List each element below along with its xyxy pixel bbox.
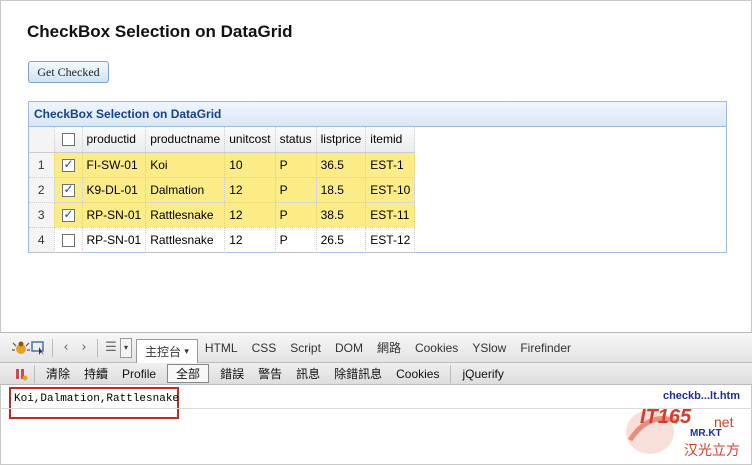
cell-productname[interactable]: Rattlesnake <box>145 227 226 253</box>
list-icon[interactable]: ☰ <box>102 339 120 357</box>
tab-net[interactable]: 網路 <box>370 339 408 356</box>
forward-arrow-icon[interactable]: › <box>75 339 93 357</box>
filter-info-button[interactable]: 訊息 <box>289 365 327 382</box>
row-checkbox[interactable] <box>61 182 75 197</box>
row-check-cell[interactable] <box>54 202 83 228</box>
cell-unitcost[interactable]: 12 <box>224 227 276 253</box>
table-row[interactable]: 2 K9-DL-01 Dalmation 12 P 18.5 EST-10 <box>29 177 416 203</box>
check-all-checkbox[interactable] <box>61 133 75 147</box>
cell-productname[interactable]: Rattlesnake <box>145 202 226 228</box>
tab-firefinder[interactable]: Firefinder <box>513 341 578 355</box>
clear-button[interactable]: 清除 <box>39 365 77 382</box>
cell-status[interactable]: P <box>275 177 317 203</box>
break-on-error-icon[interactable] <box>12 365 30 383</box>
console-output-line: Koi,Dalmation,Rattlesnake <box>9 387 179 419</box>
rownumber-header <box>29 127 55 153</box>
cell-listprice[interactable]: 18.5 <box>316 177 367 203</box>
datagrid-title: CheckBox Selection on DataGrid <box>29 102 726 127</box>
cell-unitcost[interactable]: 10 <box>224 152 276 178</box>
cell-productid[interactable]: RP-SN-01 <box>82 202 147 228</box>
tab-dom[interactable]: DOM <box>328 341 370 355</box>
column-header-productname[interactable]: productname <box>145 127 226 153</box>
persist-button[interactable]: 持續 <box>77 365 115 382</box>
console-toolbar: 清除 持續 Profile 全部 錯誤 警告 訊息 除錯訊息 Cookies j… <box>0 363 752 385</box>
get-checked-button[interactable]: Get Checked <box>28 61 109 83</box>
toolbar-divider <box>97 338 98 357</box>
datagrid: CheckBox Selection on DataGrid productid… <box>28 101 727 253</box>
cell-unitcost[interactable]: 12 <box>224 177 276 203</box>
page-title: CheckBox Selection on DataGrid <box>27 22 293 41</box>
table-row[interactable]: 3 RP-SN-01 Rattlesnake 12 P 38.5 EST-11 <box>29 202 416 228</box>
row-checkbox[interactable] <box>61 233 75 247</box>
jquerify-button[interactable]: jQuerify <box>455 367 510 381</box>
filter-debug-button[interactable]: 除錯訊息 <box>327 365 389 382</box>
row-check-cell[interactable] <box>54 177 83 203</box>
filter-warnings-button[interactable]: 警告 <box>251 365 289 382</box>
column-header-listprice[interactable]: listprice <box>316 127 367 153</box>
cell-listprice[interactable]: 38.5 <box>316 202 367 228</box>
toolbar-divider <box>52 338 53 357</box>
row-checkbox[interactable] <box>61 207 75 222</box>
panel-menu-dropdown[interactable]: ▾ <box>120 337 132 358</box>
cell-productname[interactable]: Dalmation <box>145 177 226 203</box>
cell-productid[interactable]: K9-DL-01 <box>82 177 147 203</box>
table-row[interactable]: 4 RP-SN-01 Rattlesnake 12 P 26.5 EST-12 <box>29 227 416 253</box>
cell-itemid[interactable]: EST-11 <box>365 202 416 228</box>
tab-console-label: 主控台 <box>145 344 182 359</box>
filter-cookies-button[interactable]: Cookies <box>389 367 446 381</box>
tab-yslow[interactable]: YSlow <box>465 341 513 355</box>
tab-cookies[interactable]: Cookies <box>408 341 465 355</box>
cell-productid[interactable]: FI-SW-01 <box>82 152 147 178</box>
cell-listprice[interactable]: 36.5 <box>316 152 367 178</box>
watermark-line3: MR.KT <box>690 428 722 439</box>
cell-status[interactable]: P <box>275 202 317 228</box>
watermark-line4: 汉光立方 <box>684 442 740 458</box>
row-number: 1 <box>29 152 55 178</box>
cell-itemid[interactable]: EST-12 <box>365 227 416 253</box>
filter-all-button[interactable]: 全部 <box>167 364 210 383</box>
check-all-cell[interactable] <box>54 127 83 153</box>
row-number: 2 <box>29 177 55 203</box>
tab-console[interactable]: 主控台 ▾ <box>136 338 198 363</box>
column-header-unitcost[interactable]: unitcost <box>224 127 276 153</box>
cell-productid[interactable]: RP-SN-01 <box>82 227 147 253</box>
chevron-down-icon: ▾ <box>184 345 189 356</box>
datagrid-table: productid productname unitcost status li… <box>29 127 416 253</box>
table-row[interactable]: 1 FI-SW-01 Koi 10 P 36.5 EST-1 <box>29 152 416 178</box>
watermark-logo: IT165 net MR.KT 汉光立方 <box>620 400 750 462</box>
cell-itemid[interactable]: EST-10 <box>365 177 416 203</box>
watermark-line1: IT165 <box>640 406 692 428</box>
cell-unitcost[interactable]: 12 <box>224 202 276 228</box>
profile-button[interactable]: Profile <box>115 367 163 381</box>
firebug-bug-icon[interactable] <box>12 339 30 357</box>
cell-status[interactable]: P <box>275 227 317 253</box>
header-row: productid productname unitcost status li… <box>29 127 416 153</box>
row-number: 3 <box>29 202 55 228</box>
column-header-status[interactable]: status <box>275 127 317 153</box>
column-header-productid[interactable]: productid <box>82 127 147 153</box>
toolbar-divider <box>450 364 452 383</box>
row-check-cell[interactable] <box>54 152 83 178</box>
row-number: 4 <box>29 227 55 253</box>
cell-itemid[interactable]: EST-1 <box>365 152 416 178</box>
filter-errors-button[interactable]: 錯誤 <box>213 365 251 382</box>
firebug-toolbar: ‹ › ☰ ▾ 主控台 ▾ HTML CSS Script DOM 網路 Coo… <box>0 332 752 363</box>
cell-status[interactable]: P <box>275 152 317 178</box>
inspect-icon[interactable] <box>30 339 48 357</box>
cell-productname[interactable]: Koi <box>145 152 226 178</box>
tab-html[interactable]: HTML <box>198 341 245 355</box>
column-header-itemid[interactable]: itemid <box>365 127 416 153</box>
toolbar-divider <box>34 364 35 383</box>
cell-listprice[interactable]: 26.5 <box>316 227 367 253</box>
tab-css[interactable]: CSS <box>245 341 284 355</box>
back-arrow-icon[interactable]: ‹ <box>57 339 75 357</box>
row-check-cell[interactable] <box>54 227 83 253</box>
row-checkbox[interactable] <box>61 157 75 172</box>
tab-script[interactable]: Script <box>283 341 328 355</box>
